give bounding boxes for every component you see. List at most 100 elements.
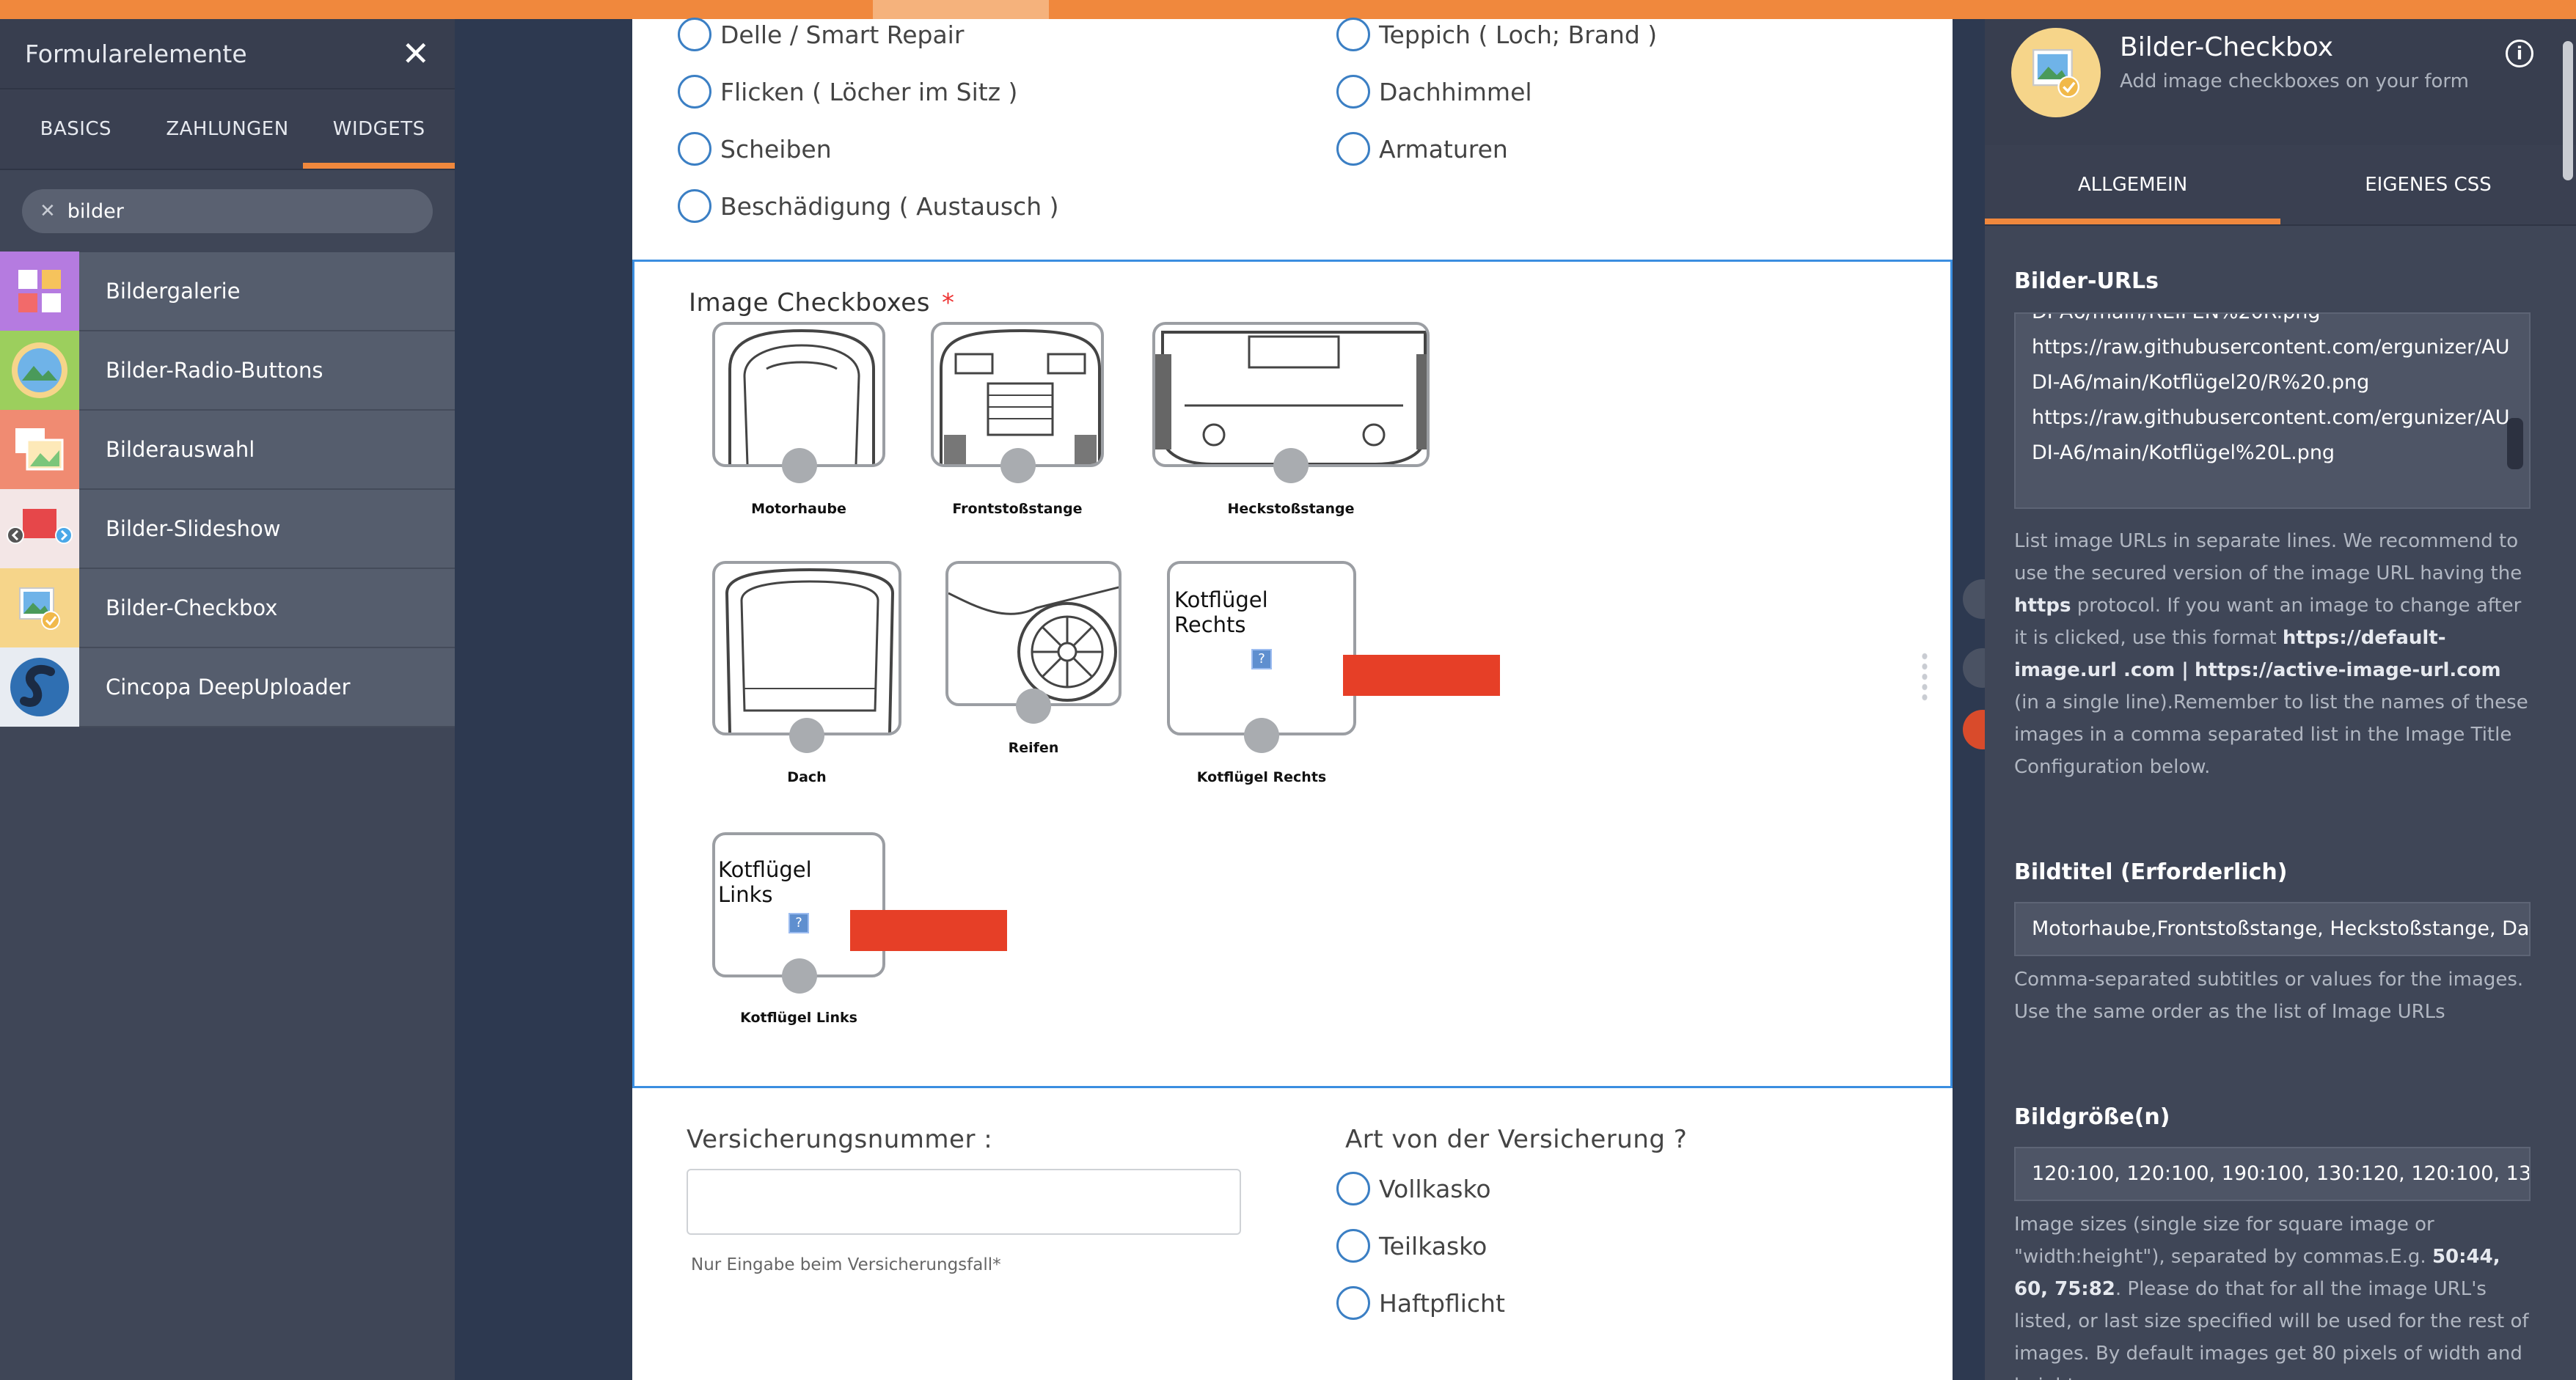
widget-item-bilder-checkbox[interactable]: Bilder-Checkbox — [0, 568, 455, 648]
radio-option[interactable]: Scheiben — [678, 132, 832, 166]
option-label: Heckstoßstange — [1227, 501, 1355, 517]
help-text: (in a single line).Remember to list the … — [2014, 691, 2528, 778]
widget-item-bilder-slideshow[interactable]: Bilder-Slideshow — [0, 489, 455, 569]
radio-circle[interactable] — [678, 75, 711, 109]
tire-drawing — [948, 586, 1119, 702]
insurance-number-label: Versicherungsnummer : — [687, 1125, 993, 1154]
form-canvas: Delle / Smart Repair Flicken ( Löcher im… — [632, 18, 1953, 1380]
radio-label: Delle / Smart Repair — [720, 20, 965, 49]
option-label: Kotflügel Links — [740, 1010, 857, 1026]
radio-option[interactable]: Armaturen — [1336, 132, 1508, 166]
radio-option-haftpflicht[interactable]: Haftpflicht — [1336, 1286, 1505, 1320]
urls-label: Bilder-URLs — [2014, 268, 2159, 294]
radio-label: Teppich ( Loch; Brand ) — [1379, 20, 1658, 49]
broken-image-icon: ? — [1251, 649, 1272, 669]
option-image-frame[interactable] — [712, 561, 901, 735]
radio-circle[interactable] — [1336, 132, 1370, 166]
tab-allgemein[interactable]: ALLGEMEIN — [1985, 145, 2280, 224]
clear-search-icon[interactable]: ✕ — [40, 200, 56, 222]
radio-circle[interactable] — [1336, 1286, 1370, 1320]
radio-option[interactable]: Dachhimmel — [1336, 75, 1532, 109]
hood-drawing — [728, 329, 875, 464]
info-icon[interactable]: i — [2506, 40, 2533, 67]
radio-label: Armaturen — [1379, 134, 1508, 164]
image-urls-textarea[interactable]: DI-A6/main/REIFEN%20R.png https://raw.gi… — [2014, 312, 2531, 509]
radio-circle[interactable] — [678, 18, 711, 51]
radio-circle[interactable] — [678, 132, 711, 166]
checkbox-knob[interactable] — [789, 718, 824, 753]
widget-item-cincopa-deepuploader[interactable]: Cincopa DeepUploader — [0, 647, 455, 727]
radio-option[interactable]: Delle / Smart Repair — [678, 18, 964, 51]
widget-label: Bilder-Radio-Buttons — [106, 358, 323, 383]
radio-label: Beschädigung ( Austausch ) — [720, 191, 1059, 221]
search-value: bilder — [67, 199, 124, 223]
radio-circle[interactable] — [1336, 75, 1370, 109]
urls-content: DI-A6/main/REIFEN%20R.png https://raw.gi… — [2016, 314, 2529, 471]
insurance-type-label: Art von der Versicherung ? — [1345, 1125, 1688, 1154]
widget-item-bilderauswahl[interactable]: Bilderauswahl — [0, 410, 455, 490]
url-line: https://raw.githubusercontent.com/erguni… — [2032, 406, 2510, 429]
tab-basics[interactable]: BASICS — [0, 89, 152, 169]
widget-label: Bilderauswahl — [106, 437, 255, 462]
canvas-background-right — [1953, 19, 1985, 1380]
image-picker-icon — [0, 410, 79, 489]
radio-option[interactable]: Flicken ( Löcher im Sitz ) — [678, 75, 1017, 109]
urls-help: List image URLs in separate lines. We re… — [2014, 525, 2531, 783]
insurance-number-input[interactable] — [687, 1169, 1241, 1235]
url-line: https://raw.githubusercontent.com/erguni… — [2032, 336, 2510, 359]
checkbox-knob[interactable] — [782, 958, 817, 994]
tab-zahlungen[interactable]: ZAHLUNGEN — [152, 89, 304, 169]
radio-option-teilkasko[interactable]: Teilkasko — [1336, 1229, 1487, 1263]
radio-label: Flicken ( Löcher im Sitz ) — [720, 77, 1018, 106]
slideshow-icon — [0, 489, 79, 568]
widget-search-input[interactable]: ✕ bilder — [22, 189, 433, 233]
textarea-scrollbar[interactable] — [2507, 418, 2523, 469]
image-checkboxes-field[interactable]: Image Checkboxes * Motorhaube Frontstoßst… — [632, 260, 1953, 1088]
radio-circle[interactable] — [1336, 1172, 1370, 1205]
close-icon[interactable]: ✕ — [401, 37, 430, 70]
radio-circle[interactable] — [1336, 18, 1370, 51]
radio-circle[interactable] — [1336, 1229, 1370, 1263]
radio-label: Haftpflicht — [1379, 1288, 1505, 1318]
left-panel-title: Formularelemente — [25, 39, 247, 68]
widget-title: Bilder-Checkbox — [2120, 32, 2334, 62]
option-label: Motorhaube — [751, 501, 846, 517]
option-image-frame[interactable] — [712, 322, 885, 467]
red-marker — [1343, 655, 1500, 696]
help-text: Image sizes (single size for square imag… — [2014, 1214, 2434, 1268]
widget-list: Bildergalerie Bilder-Radio-Buttons Bilde… — [0, 252, 455, 727]
help-bold: https://active-image-url.com — [2195, 659, 2501, 681]
sizes-label: Bildgröße(n) — [2014, 1104, 2170, 1130]
tab-eigenes-css[interactable]: EIGENES CSS — [2280, 145, 2576, 224]
radio-label: Vollkasko — [1379, 1174, 1491, 1203]
image-titles-input[interactable]: Motorhaube,Frontstoßstange, Heckstoßstan… — [2014, 902, 2531, 956]
widget-label: Bildergalerie — [106, 279, 241, 304]
drag-handle[interactable] — [1920, 651, 1929, 702]
checkbox-knob[interactable] — [782, 448, 817, 483]
tab-widgets[interactable]: WIDGETS — [303, 89, 455, 169]
top-progress-bar — [0, 0, 2576, 19]
url-line: DI-A6/main/REIFEN%20R.png — [2016, 314, 2529, 330]
radio-circle[interactable] — [678, 189, 711, 223]
option-image-frame[interactable] — [945, 561, 1121, 706]
top-bar-highlight — [873, 0, 1049, 19]
radio-option[interactable]: Beschädigung ( Austausch ) — [678, 189, 1058, 223]
radio-option-vollkasko[interactable]: Vollkasko — [1336, 1172, 1491, 1205]
option-image-frame[interactable] — [931, 322, 1104, 467]
checkbox-knob[interactable] — [1244, 718, 1279, 753]
widget-item-bilder-radio-buttons[interactable]: Bilder-Radio-Buttons — [0, 331, 455, 411]
checkbox-knob[interactable] — [1000, 448, 1036, 483]
option-image-frame[interactable] — [1152, 322, 1430, 467]
image-sizes-input[interactable]: 120:100, 120:100, 190:100, 130:120, 120:… — [2014, 1147, 2531, 1201]
radio-label: Teilkasko — [1379, 1231, 1488, 1260]
option-label: Reifen — [1008, 740, 1059, 756]
broken-image-alt: Kotflügel Rechts — [1174, 587, 1268, 637]
image-checkbox-icon — [2011, 28, 2101, 117]
checkbox-knob[interactable] — [1273, 448, 1309, 483]
widget-item-bildergalerie[interactable]: Bildergalerie — [0, 252, 455, 331]
radio-option[interactable]: Teppich ( Loch; Brand ) — [1336, 18, 1657, 51]
checkbox-knob[interactable] — [1016, 689, 1051, 724]
properties-panel: Bilder-Checkbox Add image checkboxes on … — [1985, 19, 2576, 1380]
rear-bumper-drawing — [1155, 331, 1427, 464]
panel-scrollbar[interactable] — [2563, 41, 2573, 180]
